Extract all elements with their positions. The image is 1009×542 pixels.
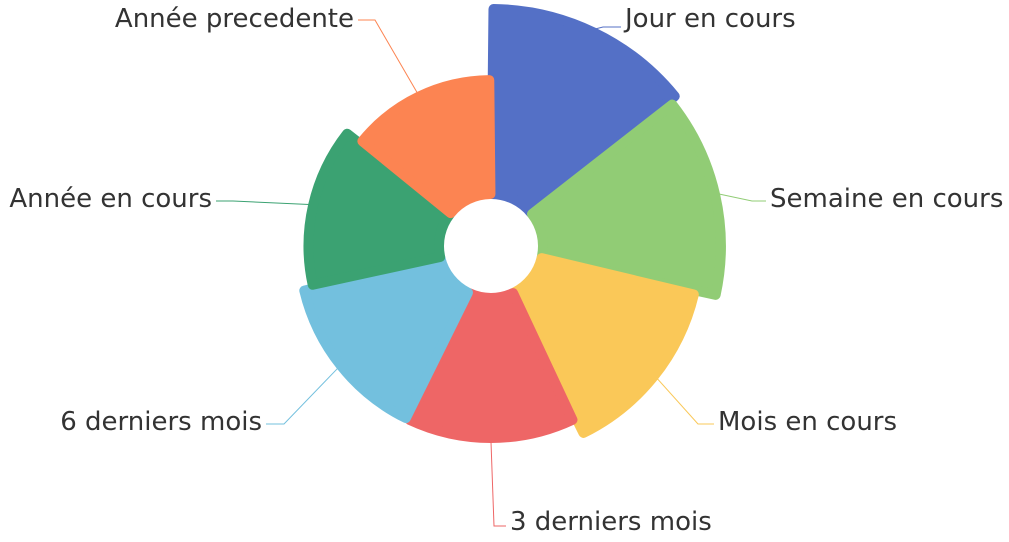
leader-line-mois-en-cours: [656, 378, 714, 425]
leader-line-jour-en-cours: [595, 26, 621, 30]
slice-label-jour-en-cours: Jour en cours: [623, 4, 796, 34]
slice-label-3-derniers-mois: 3 derniers mois: [510, 507, 712, 537]
rose-chart: Jour en cours Semaine en cours Mois en c…: [9, 4, 1003, 537]
slice-label-mois-en-cours: Mois en cours: [718, 407, 897, 437]
slice-label-annee-en-cours: Année en cours: [9, 184, 212, 214]
leader-line-annee-precedente: [358, 19, 418, 94]
leader-line-3-derniers-mois: [490, 441, 506, 527]
slice-label-6-derniers-mois: 6 derniers mois: [60, 407, 262, 437]
leader-line-6-derniers-mois: [266, 367, 339, 425]
slice-label-annee-precedente: Année precedente: [115, 4, 354, 34]
slices-layer: [299, 4, 726, 443]
slice-label-semaine-en-cours: Semaine en cours: [770, 184, 1003, 214]
leader-line-annee-en-cours: [216, 200, 310, 206]
leader-line-semaine-en-cours: [718, 193, 766, 202]
